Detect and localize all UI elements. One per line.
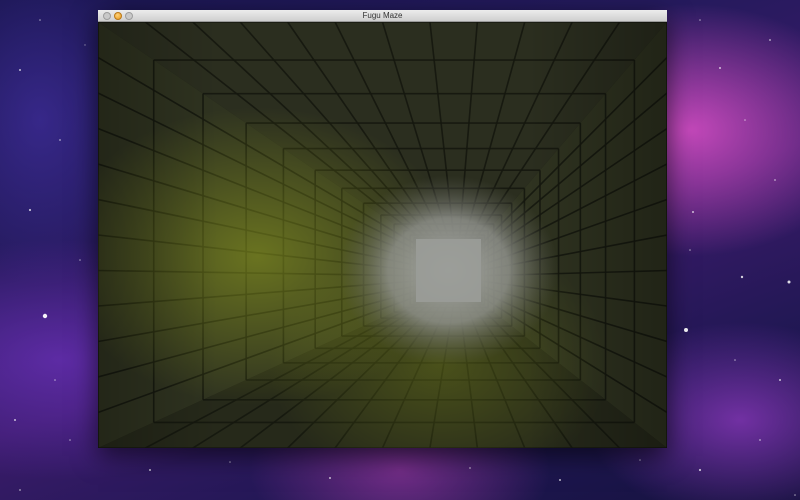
close-window-button[interactable] bbox=[103, 12, 111, 20]
minimize-window-button[interactable] bbox=[114, 12, 122, 20]
lighting-overlays bbox=[98, 22, 667, 448]
maze-corridor-scene bbox=[98, 22, 667, 448]
window-titlebar[interactable]: Fugu Maze bbox=[98, 10, 667, 22]
game-viewport[interactable] bbox=[98, 22, 667, 448]
left-edge-shadow bbox=[98, 22, 218, 448]
corridor-far-end bbox=[416, 239, 481, 302]
zoom-window-button[interactable] bbox=[125, 12, 133, 20]
window-title: Fugu Maze bbox=[362, 11, 403, 20]
app-window: Fugu Maze bbox=[98, 10, 667, 448]
